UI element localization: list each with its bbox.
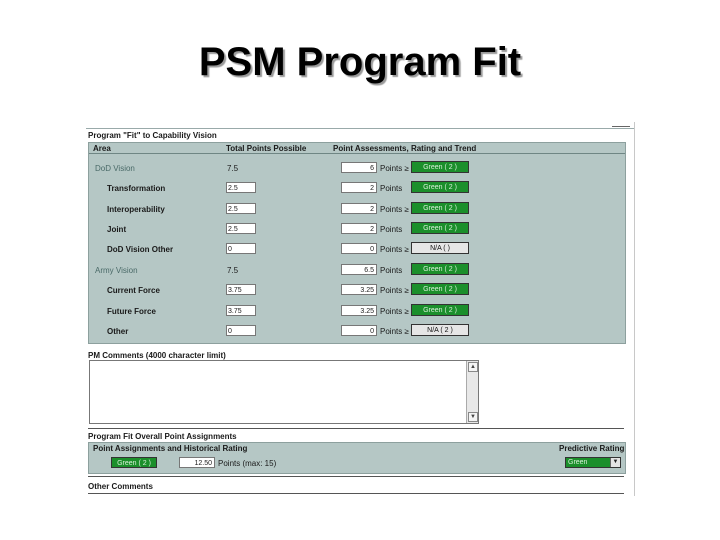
total-points-field[interactable]: 12.50 bbox=[179, 457, 215, 468]
points-label: Points bbox=[380, 327, 403, 336]
table-row: Transformation 2.5 2 Points Green ( 2 ) bbox=[89, 181, 625, 195]
window-top-bar bbox=[86, 122, 634, 129]
rating-badge: Green ( 2 ) bbox=[411, 304, 469, 316]
table-row: DoD Vision 7.5 6 Points ≥ Green ( 2 ) bbox=[89, 161, 625, 175]
header-assessment: Point Assessments, Rating and Trend bbox=[333, 144, 477, 153]
points-input[interactable]: 6 bbox=[341, 162, 377, 173]
table-row: Interoperability 2.5 2 Points ≥ Green ( … bbox=[89, 202, 625, 216]
window-control bbox=[612, 122, 630, 127]
max-points-label: Points (max: 15) bbox=[218, 459, 277, 468]
header-total: Total Points Possible bbox=[226, 144, 307, 153]
area-label: Future Force bbox=[107, 307, 156, 316]
header-area: Area bbox=[93, 144, 111, 153]
slide-title: PSM Program Fit bbox=[198, 40, 522, 84]
chevron-down-icon[interactable]: ▼ bbox=[610, 458, 620, 467]
table-row: Joint 2.5 2 Points Green ( 2 ) bbox=[89, 222, 625, 236]
area-label: Joint bbox=[107, 225, 127, 234]
scroll-up-icon[interactable]: ▲ bbox=[468, 362, 478, 372]
total-points-input[interactable]: 2.5 bbox=[226, 223, 256, 234]
total-points-input[interactable]: 0 bbox=[226, 243, 256, 254]
area-label: DoD Vision bbox=[95, 164, 135, 173]
pm-comments-title: PM Comments (4000 character limit) bbox=[88, 351, 226, 360]
points-label: Points bbox=[380, 307, 403, 316]
capability-panel: Area Total Points Possible Point Assessm… bbox=[88, 142, 626, 344]
table-row: Army Vision 7.5 6.5 Points Green ( 2 ) bbox=[89, 263, 625, 277]
predictive-rating-value: Green bbox=[568, 459, 588, 466]
comments-scrollbar[interactable]: ▲ ▼ bbox=[466, 361, 478, 423]
points-label: Points bbox=[380, 164, 403, 173]
sort-icon: ≥ bbox=[404, 307, 409, 316]
total-points-input[interactable]: 0 bbox=[226, 325, 256, 336]
area-label: Interoperability bbox=[107, 205, 165, 214]
sort-icon: ≥ bbox=[404, 205, 409, 214]
section-divider bbox=[88, 493, 624, 494]
sort-icon: ≥ bbox=[404, 286, 409, 295]
points-input[interactable]: 3.25 bbox=[341, 284, 377, 295]
rating-badge: Green ( 2 ) bbox=[411, 161, 469, 173]
points-input[interactable]: 2 bbox=[341, 203, 377, 214]
table-row: Current Force 3.75 3.25 Points ≥ Green (… bbox=[89, 283, 625, 297]
points-input[interactable]: 2 bbox=[341, 182, 377, 193]
area-label: DoD Vision Other bbox=[107, 245, 174, 254]
area-label: Army Vision bbox=[95, 266, 138, 275]
sort-icon: ≥ bbox=[404, 245, 409, 254]
table-row: DoD Vision Other 0 0 Points ≥ N/A ( ) bbox=[89, 242, 625, 256]
points-input[interactable]: 2 bbox=[341, 223, 377, 234]
points-input[interactable]: 3.25 bbox=[341, 305, 377, 316]
scroll-down-icon[interactable]: ▼ bbox=[468, 412, 478, 422]
capability-header: Area Total Points Possible Point Assessm… bbox=[89, 143, 625, 154]
assignments-label: Point Assignments and Historical Rating bbox=[93, 444, 248, 453]
total-points-input[interactable]: 2.5 bbox=[226, 182, 256, 193]
rating-badge: Green ( 2 ) bbox=[411, 283, 469, 295]
points-label: Points bbox=[380, 286, 403, 295]
other-comments-title: Other Comments bbox=[88, 482, 153, 491]
section-divider bbox=[88, 428, 624, 429]
rating-badge: Green ( 2 ) bbox=[411, 181, 469, 193]
rating-badge: Green ( 2 ) bbox=[411, 263, 469, 275]
table-row: Future Force 3.75 3.25 Points ≥ Green ( … bbox=[89, 304, 625, 318]
area-label: Other bbox=[107, 327, 129, 336]
program-fit-screenshot: Program "Fit" to Capability Vision Area … bbox=[86, 122, 635, 496]
capability-section-title: Program "Fit" to Capability Vision bbox=[88, 131, 217, 140]
total-points: 7.5 bbox=[227, 164, 239, 173]
pm-comments-textarea[interactable]: ▲ ▼ bbox=[89, 360, 479, 424]
points-label: Points bbox=[380, 184, 403, 193]
total-points-input[interactable]: 3.75 bbox=[226, 284, 256, 295]
historical-rating-badge: Green ( 2 ) bbox=[111, 457, 157, 468]
area-label: Current Force bbox=[107, 286, 160, 295]
predictive-rating-select[interactable]: Green ▼ bbox=[565, 457, 621, 468]
overall-section-title: Program Fit Overall Point Assignments bbox=[88, 432, 237, 441]
rating-badge: N/A ( ) bbox=[411, 242, 469, 254]
rating-badge: Green ( 2 ) bbox=[411, 202, 469, 214]
points-input[interactable]: 0 bbox=[341, 243, 377, 254]
sort-icon: ≥ bbox=[404, 164, 409, 173]
rating-badge: N/A ( 2 ) bbox=[411, 324, 469, 336]
area-label: Transformation bbox=[107, 184, 166, 193]
total-points-input[interactable]: 2.5 bbox=[226, 203, 256, 214]
points-input[interactable]: 0 bbox=[341, 325, 377, 336]
points-label: Points bbox=[380, 205, 403, 214]
total-points-input[interactable]: 3.75 bbox=[226, 305, 256, 316]
table-row: Other 0 0 Points ≥ N/A ( 2 ) bbox=[89, 324, 625, 338]
points-label: Points bbox=[380, 266, 403, 275]
points-label: Points bbox=[380, 245, 403, 254]
rating-badge: Green ( 2 ) bbox=[411, 222, 469, 234]
sort-icon: ≥ bbox=[404, 327, 409, 336]
total-points: 7.5 bbox=[227, 266, 239, 275]
section-divider bbox=[88, 476, 624, 477]
predictive-label: Predictive Rating bbox=[559, 444, 625, 453]
overall-panel: Point Assignments and Historical Rating … bbox=[88, 442, 626, 474]
points-input[interactable]: 6.5 bbox=[341, 264, 377, 275]
points-label: Points bbox=[380, 225, 403, 234]
